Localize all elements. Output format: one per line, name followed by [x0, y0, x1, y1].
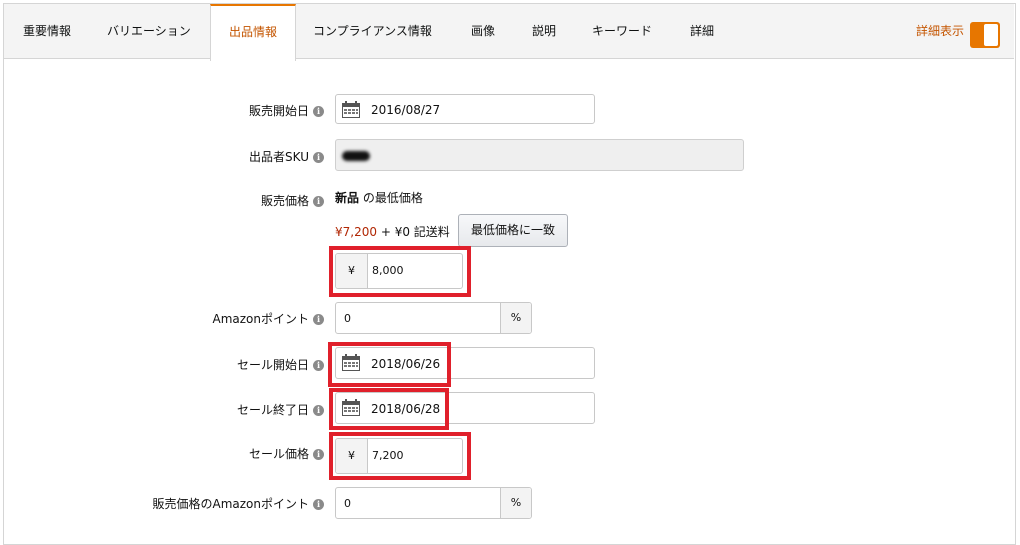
release-date-label-text: 販売開始日 [248, 104, 309, 118]
sale-end-input[interactable]: 2018/06/28 [335, 392, 595, 424]
toggle-knob [984, 24, 998, 46]
price-points-value: 0 [344, 497, 351, 510]
lowest-price-line: ¥7,200 + ¥0 記送料 [335, 223, 450, 240]
lowest-price-suffix: の最低価格 [362, 191, 423, 205]
info-icon[interactable]: i [313, 196, 324, 207]
seller-sku-label: 出品者SKU i [249, 148, 324, 165]
shipping-text: + ¥0 記送料 [380, 225, 450, 239]
currency-addon: ¥ [336, 254, 368, 288]
currency-addon: ¥ [336, 439, 368, 473]
price-points-label-text: 販売価格のAmazonポイント [152, 497, 310, 511]
info-icon[interactable]: i [313, 449, 324, 460]
match-lowest-price-button[interactable]: 最低価格に一致 [458, 214, 568, 247]
tab-compliance[interactable]: コンプライアンス情報 [313, 4, 432, 58]
calendar-icon[interactable] [342, 399, 360, 416]
sale-start-value: 2018/06/26 [371, 357, 441, 371]
condition-text: 新品 [335, 191, 360, 205]
sale-start-label: セール開始日 i [237, 356, 324, 373]
release-date-label: 販売開始日 i [249, 102, 324, 119]
tab-description[interactable]: 説明 [532, 4, 556, 58]
percent-addon: % [500, 488, 531, 518]
detail-view-toggle[interactable] [970, 22, 1000, 48]
sale-price-label: セール価格 i [249, 445, 324, 462]
release-date-value: 2016/08/27 [371, 103, 441, 117]
info-icon[interactable]: i [313, 499, 324, 510]
sale-end-label: セール終了日 i [237, 401, 324, 418]
release-date-input[interactable]: 2016/08/27 [335, 94, 595, 124]
tab-bar: 重要情報 バリエーション 出品情報 コンプライアンス情報 画像 説明 キーワード… [4, 4, 1014, 61]
sale-end-value: 2018/06/28 [371, 402, 441, 416]
calendar-icon[interactable] [342, 101, 360, 118]
tab-keywords[interactable]: キーワード [592, 4, 652, 58]
sale-start-label-text: セール開始日 [236, 358, 309, 372]
price-input[interactable]: ¥ 8,000 [335, 253, 463, 289]
price-label-text: 販売価格 [260, 194, 309, 208]
info-icon[interactable]: i [313, 314, 324, 325]
info-icon[interactable]: i [313, 106, 324, 117]
price-points-label: 販売価格のAmazonポイント i [152, 495, 324, 512]
info-icon[interactable]: i [313, 405, 324, 416]
info-icon[interactable]: i [313, 360, 324, 371]
sale-price-value: 7,200 [372, 449, 404, 462]
form-panel [3, 3, 1016, 545]
amazon-points-input[interactable]: 0 % [335, 302, 532, 334]
seller-sku-input [335, 139, 744, 171]
tab-variations[interactable]: バリエーション [107, 4, 191, 58]
seller-sku-label-text: 出品者SKU [249, 150, 309, 164]
tab-more-details[interactable]: 詳細 [690, 4, 714, 58]
price-value: 8,000 [372, 264, 404, 277]
info-icon[interactable]: i [313, 152, 324, 163]
amazon-points-label: Amazonポイント i [212, 310, 324, 327]
percent-addon: % [500, 303, 531, 333]
sale-end-label-text: セール終了日 [236, 403, 309, 417]
amazon-points-label-text: Amazonポイント [212, 312, 310, 326]
sale-start-input[interactable]: 2018/06/26 [335, 347, 595, 379]
lowest-price-heading: 新品 の最低価格 [335, 189, 423, 206]
lowest-price-value: ¥7,200 [335, 225, 377, 239]
sale-price-input[interactable]: ¥ 7,200 [335, 438, 463, 474]
redacted-sku [342, 151, 370, 161]
calendar-icon[interactable] [342, 354, 360, 371]
price-points-input[interactable]: 0 % [335, 487, 532, 519]
price-label: 販売価格 i [261, 192, 324, 209]
tab-images[interactable]: 画像 [471, 4, 495, 58]
detail-view-label: 詳細表示 [916, 24, 965, 38]
amazon-points-value: 0 [344, 312, 351, 325]
tab-offer[interactable]: 出品情報 [210, 4, 296, 61]
tab-key-info[interactable]: 重要情報 [23, 4, 71, 58]
sale-price-label-text: セール価格 [248, 447, 309, 461]
